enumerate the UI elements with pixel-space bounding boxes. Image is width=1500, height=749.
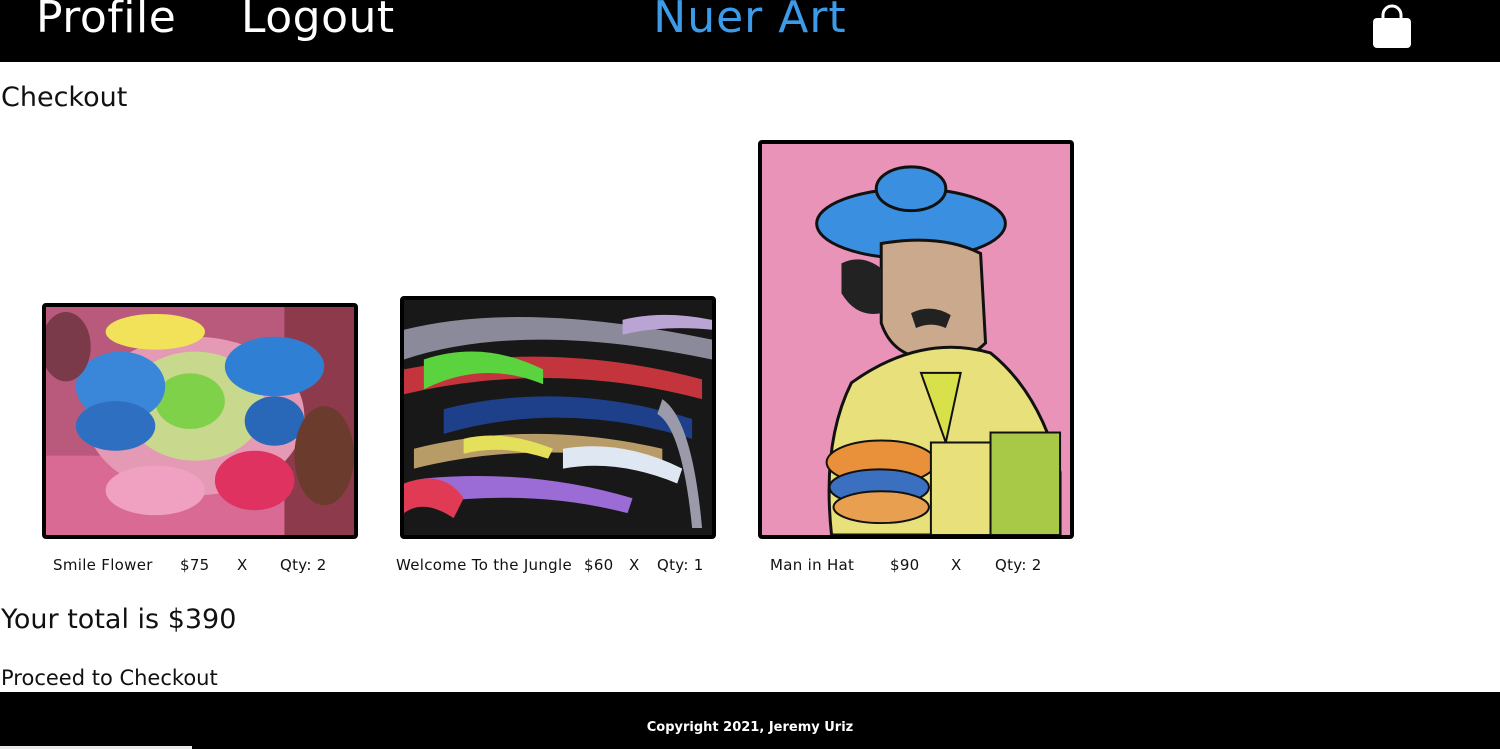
- footer: Copyright 2021, Jeremy Uriz: [0, 692, 1500, 749]
- shopping-bag-icon[interactable]: [1370, 4, 1414, 48]
- remove-item-button[interactable]: X: [237, 556, 248, 574]
- item-title: Welcome To the Jungle: [396, 556, 572, 574]
- profile-link[interactable]: Profile: [36, 0, 176, 43]
- brand-title[interactable]: Nuer Art: [0, 0, 1500, 43]
- artwork-image[interactable]: [758, 140, 1074, 539]
- top-nav-bar: Nuer Art Profile Logout: [0, 0, 1500, 62]
- artwork-image[interactable]: [400, 296, 716, 539]
- item-quantity: Qty: 1: [657, 556, 704, 574]
- page-title: Checkout: [1, 82, 128, 113]
- item-price: $60: [584, 556, 614, 574]
- remove-item-button[interactable]: X: [951, 556, 962, 574]
- proceed-to-checkout-link[interactable]: Proceed to Checkout: [1, 666, 218, 690]
- order-total: Your total is $390: [1, 604, 237, 635]
- item-title: Man in Hat: [770, 556, 855, 574]
- logout-link[interactable]: Logout: [241, 0, 395, 43]
- item-title: Smile Flower: [53, 556, 153, 574]
- copyright-text: Copyright 2021, Jeremy Uriz: [646, 720, 854, 735]
- remove-item-button[interactable]: X: [629, 556, 640, 574]
- item-quantity: Qty: 2: [995, 556, 1042, 574]
- item-quantity: Qty: 2: [280, 556, 327, 574]
- item-price: $90: [890, 556, 920, 574]
- item-price: $75: [180, 556, 210, 574]
- artwork-image[interactable]: [42, 303, 358, 539]
